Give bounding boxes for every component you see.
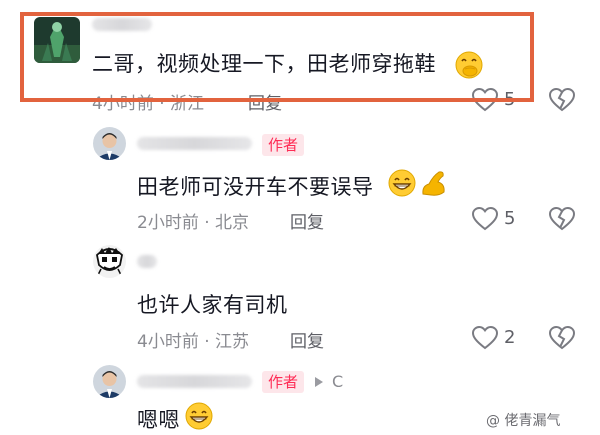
avatar-author[interactable]	[93, 365, 126, 398]
avatar-user-1[interactable]	[34, 17, 80, 63]
comment-meta: 2小时前 · 北京	[137, 213, 250, 233]
comment-meta: 4小时前 · 浙江	[92, 94, 205, 114]
grinning-face-emoji	[184, 401, 214, 431]
reply-button[interactable]: 回复	[248, 89, 282, 114]
comment-text: 嗯嗯	[137, 408, 180, 432]
username-blurred	[92, 18, 152, 31]
dislike-broken-heart-icon[interactable]	[549, 207, 575, 231]
username-blurred	[137, 375, 252, 388]
dislike-broken-heart-icon[interactable]	[549, 326, 575, 350]
watermark: @ 佬青漏气	[486, 413, 561, 429]
flexed-arm-emoji	[419, 168, 449, 198]
reply-button[interactable]: 回复	[290, 208, 324, 233]
play-triangle-icon	[314, 377, 324, 387]
comment-text: 田老师可没开车不要误导	[137, 175, 374, 199]
heart-outline-icon[interactable]	[472, 207, 498, 231]
comment-text: 也许人家有司机	[137, 293, 288, 317]
username-blurred	[137, 255, 157, 268]
reply-button[interactable]: 回复	[290, 327, 324, 352]
like-count: 5	[504, 208, 516, 229]
like-count: 5	[504, 89, 516, 110]
like-count: 2	[504, 327, 516, 348]
heart-outline-icon[interactable]	[472, 88, 498, 112]
grinning-face-emoji	[387, 168, 417, 198]
dislike-broken-heart-icon[interactable]	[549, 88, 575, 112]
comment-meta: 4小时前 · 江苏	[137, 332, 250, 352]
author-badge: 作者	[262, 371, 304, 393]
author-badge: 作者	[262, 134, 304, 156]
comment-text: 二哥，视频处理一下，田老师穿拖鞋	[92, 52, 436, 76]
grinning-face-hand-over-mouth-emoji	[454, 50, 484, 80]
heart-outline-icon[interactable]	[472, 326, 498, 350]
avatar-author[interactable]	[93, 127, 126, 160]
avatar-user-3[interactable]	[93, 245, 126, 278]
username-blurred	[137, 137, 252, 150]
trailing-text: C	[332, 372, 344, 391]
